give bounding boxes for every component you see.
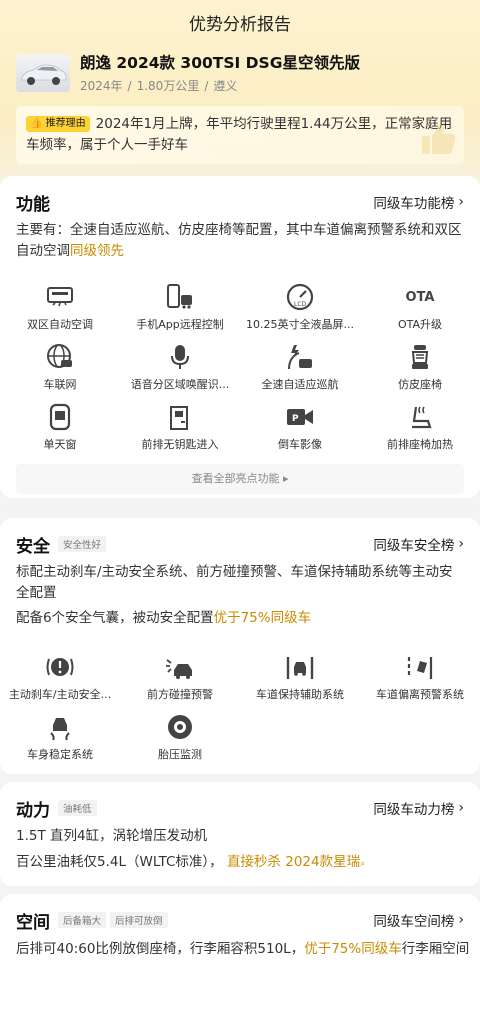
lane-keep-icon xyxy=(240,652,360,682)
feature-item[interactable]: 全速自适应巡航 xyxy=(240,342,360,402)
space-tag: 后排可放倒 xyxy=(110,912,168,928)
keyless-door-icon xyxy=(120,402,240,432)
feature-item[interactable]: P 倒车影像 xyxy=(240,402,360,462)
function-desc: 主要有：全速自适应巡航、仿皮座椅等配置，其中车道偏离预警系统和双区自动空调同级领… xyxy=(16,222,462,259)
car-name: 朗逸 2024款 300TSI DSG星空领先版 xyxy=(80,54,360,72)
thumbs-up-watermark-icon xyxy=(422,124,456,154)
space-card: 空间 后备箱大 后排可放倒 同级车空间榜 › 后排可40:60比例放倒座椅，行李厢… xyxy=(0,894,480,1019)
chevron-right-icon: › xyxy=(458,194,464,210)
space-title: 空间 xyxy=(16,912,50,933)
function-title: 功能 xyxy=(16,194,50,215)
space-highlight: 优于75%同级车 xyxy=(304,941,402,957)
cruise-icon xyxy=(240,342,360,372)
tire-pressure-icon xyxy=(120,712,240,742)
car-thumbnail xyxy=(16,54,70,92)
power-compare-link[interactable]: 直接秒杀 2024款星瑞⌕ xyxy=(227,854,365,870)
power-engine-desc: 1.5T 直列4缸，涡轮增压发动机 xyxy=(16,828,208,844)
feature-item[interactable]: 语音分区域唤醒识... xyxy=(120,342,240,402)
ac-icon xyxy=(0,282,120,312)
sunroof-icon xyxy=(0,402,120,432)
svg-text:P: P xyxy=(292,414,299,424)
function-rank-link[interactable]: 同级车功能榜 › xyxy=(373,192,464,212)
car-meta: 2024年/1.80万公里 / 遵义 xyxy=(80,79,238,93)
microphone-icon xyxy=(120,342,240,372)
reverse-camera-icon: P xyxy=(240,402,360,432)
safety-card: 安全 安全性好 同级车安全榜 › 标配主动刹车/主动安全系统、前方碰撞预警、车道保… xyxy=(0,518,480,774)
function-feature-grid: 双区自动空调 手机App远程控制 LCD 10.25英寸全液晶屏... OTA … xyxy=(0,282,480,462)
feature-item[interactable]: 前方碰撞预警 xyxy=(120,652,240,712)
space-tag: 后备箱大 xyxy=(58,912,107,928)
phone-car-icon xyxy=(120,282,240,312)
globe-car-icon xyxy=(0,342,120,372)
power-rank-link[interactable]: 同级车动力榜 › xyxy=(373,798,464,818)
car-city: 遵义 xyxy=(213,79,238,93)
lcd-gauge-icon: LCD xyxy=(240,282,360,312)
power-card: 动力 油耗低 同级车动力榜 › 1.5T 直列4缸，涡轮增压发动机 百公里油耗仅5… xyxy=(0,782,480,886)
feature-item[interactable]: 主动刹车/主动安全... xyxy=(0,652,120,712)
feature-item[interactable]: OTA OTA升级 xyxy=(360,282,480,342)
function-highlight: 同级领先 xyxy=(70,243,124,259)
safety-title: 安全 xyxy=(16,536,50,557)
power-fuel-desc: 百公里油耗仅5.4L（WLTC标准）， 直接秒杀 2024款星瑞⌕ xyxy=(16,854,366,870)
feature-item[interactable]: 仿皮座椅 xyxy=(360,342,480,402)
stability-icon xyxy=(0,712,120,742)
brake-icon xyxy=(0,652,120,682)
feature-item[interactable]: 前排座椅加热 xyxy=(360,402,480,462)
power-tag: 油耗低 xyxy=(58,800,97,816)
feature-item[interactable]: LCD 10.25英寸全液晶屏... xyxy=(240,282,360,342)
feature-item[interactable]: 前排无钥匙进入 xyxy=(120,402,240,462)
page-title: 优势分析报告 xyxy=(189,15,291,35)
feature-item[interactable]: 手机App远程控制 xyxy=(120,282,240,342)
car-mileage: 1.80万公里 xyxy=(136,79,200,93)
seat-icon xyxy=(360,342,480,372)
safety-feature-grid: 主动刹车/主动安全... 前方碰撞预警 车道保持辅助系统 车道偏离预警系统 车身… xyxy=(0,652,480,772)
feature-item[interactable]: 车身稳定系统 xyxy=(0,712,120,772)
recommend-reason: 👍 推荐理由 2024年1月上牌，年平均行驶里程1.44万公里，正常家庭用车频率，… xyxy=(16,106,464,164)
view-all-features-button[interactable]: 查看全部亮点功能 ▸ xyxy=(16,464,464,494)
power-title: 动力 xyxy=(16,800,50,821)
space-rank-link[interactable]: 同级车空间榜 › xyxy=(373,910,464,930)
car-summary[interactable]: 朗逸 2024款 300TSI DSG星空领先版 2024年/1.80万公里 / 遵… xyxy=(16,50,360,96)
safety-airbag-desc: 配备6个安全气囊，被动安全配置优于75%同级车 xyxy=(16,610,312,626)
seat-heat-icon xyxy=(360,402,480,432)
recommend-reason-text: 2024年1月上牌，年平均行驶里程1.44万公里，正常家庭用车频率，属于个人一手… xyxy=(26,116,453,153)
safety-tag: 安全性好 xyxy=(58,536,107,552)
svg-text:LCD: LCD xyxy=(294,301,307,308)
car-year: 2024年 xyxy=(80,79,123,93)
feature-item[interactable]: 车联网 xyxy=(0,342,120,402)
recommend-reason-badge: 👍 推荐理由 xyxy=(26,116,90,132)
feature-item[interactable]: 单天窗 xyxy=(0,402,120,462)
collision-warning-icon xyxy=(120,652,240,682)
feature-item[interactable]: 车道保持辅助系统 xyxy=(240,652,360,712)
chevron-right-icon: › xyxy=(458,912,464,928)
feature-item[interactable]: 双区自动空调 xyxy=(0,282,120,342)
feature-item[interactable]: 车道偏离预警系统 xyxy=(360,652,480,712)
safety-rank-link[interactable]: 同级车安全榜 › xyxy=(373,534,464,554)
ota-icon: OTA xyxy=(405,289,435,305)
lane-departure-icon xyxy=(360,652,480,682)
chevron-right-icon: › xyxy=(458,536,464,552)
feature-item[interactable]: 胎压监测 xyxy=(120,712,240,772)
safety-desc: 标配主动刹车/主动安全系统、前方碰撞预警、车道保持辅助系统等主动安全配置 xyxy=(16,564,453,601)
function-card: 功能 同级车功能榜 › 主要有：全速自适应巡航、仿皮座椅等配置，其中车道偏离预警系… xyxy=(0,176,480,498)
space-desc: 后排可40:60比例放倒座椅，行李厢容积510L，优于75%同级车行李厢空间 xyxy=(16,941,470,957)
chevron-right-icon: › xyxy=(458,800,464,816)
search-icon: ⌕ xyxy=(360,859,366,869)
safety-highlight: 优于75%同级车 xyxy=(213,610,312,626)
